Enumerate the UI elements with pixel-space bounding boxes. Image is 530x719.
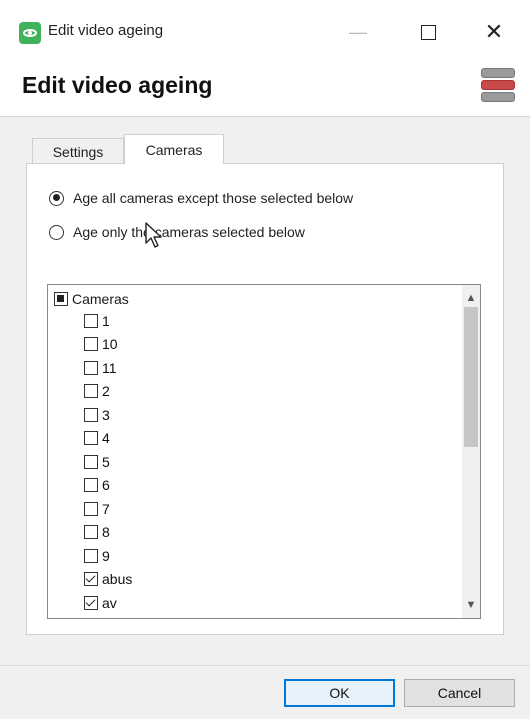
- camera-label: 7: [102, 500, 110, 517]
- radio-button-checked[interactable]: [49, 190, 64, 206]
- camera-checkbox[interactable]: [84, 313, 98, 328]
- camera-checkbox-checked[interactable]: [84, 595, 98, 610]
- maximize-button[interactable]: [408, 14, 448, 50]
- camera-item[interactable]: 6: [84, 474, 132, 498]
- mouse-pointer-icon: [145, 222, 162, 248]
- camera-checkbox[interactable]: [84, 525, 98, 540]
- page-title: Edit video ageing: [22, 72, 213, 98]
- camera-item[interactable]: 10: [84, 333, 132, 357]
- camera-checkbox[interactable]: [84, 384, 98, 399]
- vertical-scrollbar[interactable]: ▲ ▼: [462, 285, 480, 618]
- camera-label: 11: [102, 359, 117, 376]
- app-eye-icon: [19, 22, 41, 44]
- camera-item[interactable]: 1: [84, 309, 132, 333]
- camera-label: 10: [102, 336, 118, 353]
- tab-cameras[interactable]: Cameras: [124, 134, 224, 164]
- checkbox-partial[interactable]: [54, 292, 68, 306]
- minimize-button[interactable]: —: [338, 14, 378, 50]
- camera-label: 8: [102, 524, 110, 541]
- camera-label: 5: [102, 453, 110, 470]
- dialog-content: Settings Cameras Age all cameras except …: [0, 117, 530, 665]
- title-bar: Edit video ageing — ✕: [0, 0, 530, 56]
- window-title: Edit video ageing: [48, 22, 164, 39]
- camera-checkbox[interactable]: [84, 454, 98, 469]
- camera-item[interactable]: 7: [84, 497, 132, 521]
- camera-list: 1 10 11 2 3 4 5 6 7 8 9 abus av: [84, 309, 132, 615]
- maximize-icon: [420, 24, 436, 40]
- camera-checkbox[interactable]: [84, 431, 98, 446]
- camera-item[interactable]: 3: [84, 403, 132, 427]
- radio-age-all-except[interactable]: Age all cameras except those selected be…: [49, 190, 353, 206]
- camera-label: 4: [102, 430, 110, 447]
- camera-label: 3: [102, 406, 110, 423]
- camera-item[interactable]: abus: [84, 568, 132, 592]
- camera-item[interactable]: av: [84, 591, 132, 615]
- ok-button[interactable]: OK: [284, 679, 395, 707]
- camera-checkbox-checked[interactable]: [84, 572, 98, 587]
- camera-label: av: [102, 594, 117, 611]
- camera-label: 2: [102, 383, 110, 400]
- camera-item[interactable]: 9: [84, 544, 132, 568]
- camera-checkbox[interactable]: [84, 360, 98, 375]
- scroll-up-icon[interactable]: ▲: [462, 289, 480, 307]
- camera-item[interactable]: 2: [84, 380, 132, 404]
- camera-checkbox[interactable]: [84, 337, 98, 352]
- cancel-button[interactable]: Cancel: [404, 679, 515, 707]
- scroll-thumb[interactable]: [464, 307, 478, 447]
- scroll-down-icon[interactable]: ▼: [462, 596, 480, 614]
- radio-age-only-selected[interactable]: Age only the cameras selected below: [49, 224, 305, 240]
- camera-label: abus: [102, 571, 133, 588]
- camera-checkbox[interactable]: [84, 501, 98, 516]
- camera-checkbox[interactable]: [84, 478, 98, 493]
- camera-label: 9: [102, 547, 110, 564]
- camera-checkbox[interactable]: [84, 407, 98, 422]
- radio-label: Age all cameras except those selected be…: [73, 190, 354, 206]
- camera-tree[interactable]: Cameras 1 10 11 2 3 4 5 6 7 8 9 abus av …: [47, 284, 481, 619]
- camera-item[interactable]: 11: [84, 356, 132, 380]
- dialog-header: Edit video ageing: [0, 56, 530, 117]
- camera-label: 1: [102, 312, 110, 329]
- cameras-tab-panel: Age all cameras except those selected be…: [26, 163, 504, 635]
- tree-root-label: Cameras: [72, 291, 129, 307]
- camera-label: 6: [102, 477, 110, 494]
- close-button[interactable]: ✕: [474, 14, 514, 50]
- tab-settings[interactable]: Settings: [32, 138, 124, 164]
- tree-root-cameras[interactable]: Cameras: [54, 291, 129, 307]
- radio-button[interactable]: [49, 224, 64, 240]
- camera-item[interactable]: 8: [84, 521, 132, 545]
- dialog-footer: OK Cancel: [0, 665, 530, 719]
- camera-checkbox[interactable]: [84, 548, 98, 563]
- camera-item[interactable]: 5: [84, 450, 132, 474]
- camera-item[interactable]: 4: [84, 427, 132, 451]
- database-icon: [481, 68, 515, 104]
- radio-label: Age only the cameras selected below: [73, 224, 305, 240]
